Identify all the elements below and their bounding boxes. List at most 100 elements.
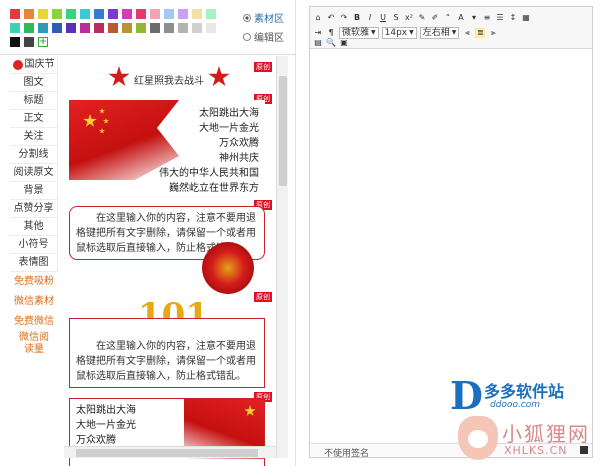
add-color-button[interactable]: + bbox=[38, 37, 48, 47]
strikethrough-icon[interactable]: S bbox=[391, 13, 401, 23]
promo-link[interactable]: 免费微信 bbox=[10, 312, 58, 332]
template-card-101[interactable]: 在这里输入你的内容，注意不要用退格键把所有文字删除，请保留一个或者用鼠标选取后直… bbox=[69, 318, 265, 388]
category-item[interactable]: 小符号 bbox=[10, 236, 57, 254]
color-swatch[interactable] bbox=[94, 9, 104, 19]
radio-label: 素材区 bbox=[254, 14, 284, 25]
color-swatch[interactable] bbox=[24, 23, 34, 33]
promo-link[interactable]: 微信素材 bbox=[10, 292, 58, 312]
italic-icon[interactable]: I bbox=[365, 13, 375, 23]
align-left-icon[interactable]: ⫷ bbox=[462, 28, 472, 38]
color-swatch[interactable] bbox=[52, 23, 62, 33]
template-title[interactable]: 红星照我去战斗 bbox=[64, 72, 274, 87]
category-label: 国庆节 bbox=[24, 58, 55, 70]
color-swatch[interactable] bbox=[10, 23, 20, 33]
select-value: 左右相 bbox=[422, 28, 450, 38]
color-swatch[interactable] bbox=[52, 9, 62, 19]
color-swatch[interactable] bbox=[206, 23, 216, 33]
search-icon[interactable]: 🔍 bbox=[326, 38, 336, 48]
color-swatch[interactable] bbox=[164, 23, 174, 33]
color-swatch[interactable] bbox=[108, 23, 118, 33]
color-swatch[interactable] bbox=[192, 9, 202, 19]
superscript-icon[interactable]: x² bbox=[404, 13, 414, 23]
more-icon[interactable]: ▦ bbox=[521, 13, 531, 23]
color-swatch[interactable] bbox=[24, 37, 34, 47]
palette-row-1 bbox=[10, 9, 225, 19]
category-item[interactable]: 背景 bbox=[10, 182, 57, 200]
promo-link[interactable]: 免费吸粉 bbox=[10, 272, 58, 292]
color-swatch[interactable] bbox=[178, 9, 188, 19]
category-label: 表情图 bbox=[18, 257, 49, 268]
color-swatch[interactable] bbox=[122, 23, 132, 33]
horizontal-scrollbar[interactable] bbox=[64, 446, 276, 458]
indent-icon[interactable]: ⇥ bbox=[313, 28, 323, 38]
color-swatch[interactable] bbox=[66, 23, 76, 33]
category-item[interactable]: 分割线 bbox=[10, 146, 57, 164]
color-swatch[interactable] bbox=[192, 23, 202, 33]
category-item[interactable]: 关注 bbox=[10, 128, 57, 146]
undo-icon[interactable]: ↶ bbox=[326, 13, 336, 23]
color-swatch[interactable] bbox=[136, 9, 146, 19]
color-swatch[interactable] bbox=[80, 23, 90, 33]
color-swatch[interactable] bbox=[10, 9, 20, 19]
align-select[interactable]: 左右相 ▼ bbox=[419, 27, 460, 39]
unordered-list-icon[interactable]: ☰ bbox=[495, 13, 505, 23]
category-item[interactable]: 其他 bbox=[10, 218, 57, 236]
image-icon[interactable]: ▣ bbox=[339, 38, 349, 48]
color-swatch[interactable] bbox=[80, 9, 90, 19]
underline-icon[interactable]: U bbox=[378, 13, 388, 23]
line-height-icon[interactable]: ↕ bbox=[508, 13, 518, 23]
color-swatch[interactable] bbox=[164, 9, 174, 19]
align-right-icon[interactable]: ⫸ bbox=[488, 28, 498, 38]
clear-format-icon[interactable]: ✎ bbox=[417, 13, 427, 23]
category-label: 分割线 bbox=[18, 149, 49, 160]
paragraph-icon[interactable]: ¶ bbox=[326, 28, 336, 38]
source-icon[interactable]: ⌂ bbox=[313, 13, 323, 23]
color-swatch[interactable] bbox=[150, 9, 160, 19]
signature-select[interactable]: 不使用签名 bbox=[324, 446, 369, 459]
category-item[interactable]: 图文 bbox=[10, 74, 57, 92]
promo-link[interactable]: 微信阅读量 bbox=[10, 332, 58, 358]
color-swatch[interactable] bbox=[10, 37, 20, 47]
color-swatch[interactable] bbox=[206, 9, 216, 19]
template-list: 原创 红星照我去战斗 原创 太阳跳出大海 大地一片金光 万众欢腾 神州共庆 伟大… bbox=[64, 56, 274, 466]
font-color-icon[interactable]: A bbox=[456, 13, 466, 23]
color-swatch[interactable] bbox=[24, 9, 34, 19]
font-size-select[interactable]: 14px ▼ bbox=[381, 27, 417, 39]
quote-icon[interactable]: “ bbox=[443, 13, 453, 23]
category-item[interactable]: 标题 bbox=[10, 92, 57, 110]
material-panel: + 素材区 编辑区 国庆节图文标题 正文 关注分割线阅读原文背景点赞分享 其他 小符号表… bbox=[0, 0, 296, 466]
ddooo-watermark-logo: D 多多软件站 ddooo.com bbox=[450, 376, 580, 416]
category-label: 背景 bbox=[23, 185, 44, 196]
color-swatch[interactable] bbox=[38, 23, 48, 33]
radio-edit-area[interactable]: 编辑区 bbox=[243, 29, 284, 44]
vertical-scrollbar[interactable] bbox=[276, 56, 288, 458]
color-swatch[interactable] bbox=[66, 9, 76, 19]
ordered-list-icon[interactable]: ≡ bbox=[482, 13, 492, 23]
category-item[interactable]: 表情图 bbox=[10, 254, 57, 272]
insert-table-icon[interactable]: ▤ bbox=[313, 38, 323, 48]
format-brush-icon[interactable]: ✐ bbox=[430, 13, 440, 23]
category-label: 图文 bbox=[23, 77, 44, 88]
template-card-poem[interactable]: 太阳跳出大海 大地一片金光 万众欢腾 神州共庆 伟大的中华人民共和国 巍然屹立在… bbox=[69, 100, 265, 194]
category-item[interactable]: 正文 bbox=[10, 110, 57, 128]
category-item[interactable]: 阅读原文 bbox=[10, 164, 57, 182]
category-item[interactable]: 点赞分享 bbox=[10, 200, 57, 218]
align-center-icon[interactable]: ≣ bbox=[475, 28, 486, 38]
highlight-icon[interactable]: ▾ bbox=[469, 13, 479, 23]
color-swatch[interactable] bbox=[108, 9, 118, 19]
scrollbar-thumb[interactable] bbox=[279, 76, 287, 186]
editor-toolbar: ⌂ ↶ ↷ B I U S x² ✎ ✐ “ A ▾ ≡ ☰ ↕ ▦ ⇥ ¶ 微… bbox=[310, 7, 592, 49]
poem-line: 神州共庆 bbox=[219, 153, 259, 164]
color-swatch[interactable] bbox=[136, 23, 146, 33]
radio-material-area[interactable]: 素材区 bbox=[243, 10, 284, 25]
bold-icon[interactable]: B bbox=[352, 13, 362, 23]
color-swatch[interactable] bbox=[38, 9, 48, 19]
color-swatch[interactable] bbox=[122, 9, 132, 19]
category-list: 国庆节图文标题 正文 关注分割线阅读原文背景点赞分享 其他 小符号表情图 bbox=[10, 56, 58, 272]
color-swatch[interactable] bbox=[150, 23, 160, 33]
category-item[interactable]: 国庆节 bbox=[10, 56, 57, 74]
color-swatch[interactable] bbox=[94, 23, 104, 33]
color-swatch[interactable] bbox=[178, 23, 188, 33]
redo-icon[interactable]: ↷ bbox=[339, 13, 349, 23]
scrollbar-thumb[interactable] bbox=[76, 449, 258, 457]
